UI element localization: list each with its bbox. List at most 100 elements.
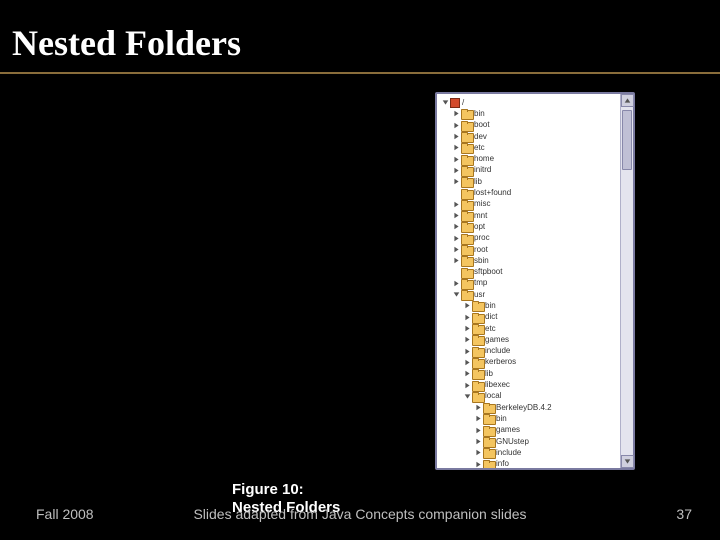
indent — [441, 108, 452, 119]
tree-item[interactable]: include — [441, 346, 617, 357]
expander-closed-icon[interactable] — [463, 325, 471, 333]
tree-item[interactable]: games — [441, 425, 617, 436]
indent — [441, 244, 452, 255]
scroll-thumb[interactable] — [622, 110, 632, 170]
folder-icon — [461, 211, 472, 220]
tree-item[interactable]: include — [441, 447, 617, 458]
folder-icon — [461, 166, 472, 175]
indent — [441, 267, 452, 278]
tree-item[interactable]: dev — [441, 131, 617, 142]
scrollbar[interactable] — [620, 94, 633, 468]
tree-item[interactable]: proc — [441, 233, 617, 244]
expander-closed-icon[interactable] — [474, 438, 482, 446]
tree-item-label: mnt — [474, 212, 487, 220]
expander-closed-icon[interactable] — [463, 381, 471, 389]
indent — [441, 188, 452, 199]
indent — [441, 391, 463, 402]
expander-open-icon[interactable] — [463, 392, 471, 400]
expander-closed-icon[interactable] — [463, 336, 471, 344]
tree-item[interactable]: games — [441, 334, 617, 345]
tree-item-label: lib — [474, 178, 482, 186]
folder-icon — [472, 313, 483, 322]
chevron-up-icon — [624, 97, 631, 104]
expander-closed-icon[interactable] — [452, 110, 460, 118]
folder-icon — [461, 268, 472, 277]
expander-closed-icon[interactable] — [452, 212, 460, 220]
tree-item-label: bin — [485, 302, 496, 310]
tree-item[interactable]: kerberos — [441, 357, 617, 368]
tree-item[interactable]: root — [441, 244, 617, 255]
expander-closed-icon[interactable] — [452, 155, 460, 163]
tree-item[interactable]: initrd — [441, 165, 617, 176]
expander-closed-icon[interactable] — [474, 449, 482, 457]
tree-item[interactable]: libexec — [441, 379, 617, 390]
tree-item-label: games — [485, 336, 509, 344]
expander-open-icon[interactable] — [441, 99, 449, 107]
figure-caption-line1: Figure 10: — [232, 481, 340, 499]
expander-closed-icon[interactable] — [463, 302, 471, 310]
tree-item-label: proc — [474, 234, 490, 242]
expander-closed-icon[interactable] — [474, 460, 482, 468]
expander-closed-icon[interactable] — [452, 144, 460, 152]
folder-tree[interactable]: / binbootdevetchomeinitrdliblost+foundmi… — [437, 94, 620, 468]
folder-icon — [483, 414, 494, 423]
expander-open-icon[interactable] — [452, 291, 460, 299]
slide-title: Nested Folders — [12, 22, 241, 64]
indent — [441, 425, 474, 436]
expander-closed-icon[interactable] — [463, 370, 471, 378]
tree-item[interactable]: misc — [441, 199, 617, 210]
tree-item[interactable]: tmp — [441, 278, 617, 289]
scroll-down-button[interactable] — [621, 455, 634, 468]
tree-item[interactable]: bin — [441, 108, 617, 119]
folder-icon — [483, 460, 494, 468]
expander-closed-icon[interactable] — [474, 415, 482, 423]
expander-closed-icon[interactable] — [463, 313, 471, 321]
indent — [441, 165, 452, 176]
expander-closed-icon[interactable] — [452, 200, 460, 208]
folder-icon — [472, 369, 483, 378]
tree-item[interactable]: boot — [441, 120, 617, 131]
expander-closed-icon[interactable] — [452, 121, 460, 129]
tree-root[interactable]: / — [441, 97, 617, 108]
expander-closed-icon[interactable] — [452, 234, 460, 242]
tree-item[interactable]: home — [441, 153, 617, 164]
folder-icon — [472, 347, 483, 356]
tree-item[interactable]: etc — [441, 142, 617, 153]
expander-closed-icon[interactable] — [452, 166, 460, 174]
expander-closed-icon[interactable] — [463, 347, 471, 355]
slide: Nested Folders / binbootdevetchomeinitrd… — [0, 0, 720, 540]
folder-icon — [461, 290, 472, 299]
expander-closed-icon[interactable] — [452, 257, 460, 265]
tree-item[interactable]: local — [441, 391, 617, 402]
scroll-up-button[interactable] — [621, 94, 634, 107]
expander-closed-icon[interactable] — [474, 426, 482, 434]
tree-item[interactable]: usr — [441, 289, 617, 300]
tree-item[interactable]: sbin — [441, 255, 617, 266]
tree-item[interactable]: bin — [441, 413, 617, 424]
tree-item[interactable]: sftpboot — [441, 266, 617, 277]
tree-item[interactable]: opt — [441, 221, 617, 232]
tree-item[interactable]: lib — [441, 368, 617, 379]
tree-item-label: dev — [474, 133, 487, 141]
expander-closed-icon[interactable] — [452, 133, 460, 141]
tree-item[interactable]: etc — [441, 323, 617, 334]
tree-item-label: etc — [485, 325, 496, 333]
folder-icon — [461, 109, 472, 118]
tree-item[interactable]: lost+found — [441, 187, 617, 198]
expander-closed-icon[interactable] — [452, 246, 460, 254]
tree-item[interactable]: GNUstep — [441, 436, 617, 447]
expander-closed-icon[interactable] — [463, 358, 471, 366]
expander-closed-icon[interactable] — [452, 178, 460, 186]
tree-item[interactable]: BerkeleyDB.4.2 — [441, 402, 617, 413]
expander-closed-icon[interactable] — [452, 279, 460, 287]
tree-item[interactable]: dict — [441, 312, 617, 323]
tree-item[interactable]: bin — [441, 300, 617, 311]
tree-item-label: home — [474, 155, 494, 163]
tree-item-label: etc — [474, 144, 485, 152]
folder-icon — [461, 143, 472, 152]
tree-item[interactable]: lib — [441, 176, 617, 187]
expander-closed-icon[interactable] — [474, 404, 482, 412]
expander-closed-icon[interactable] — [452, 223, 460, 231]
tree-item[interactable]: mnt — [441, 210, 617, 221]
tree-item[interactable]: info — [441, 459, 617, 469]
